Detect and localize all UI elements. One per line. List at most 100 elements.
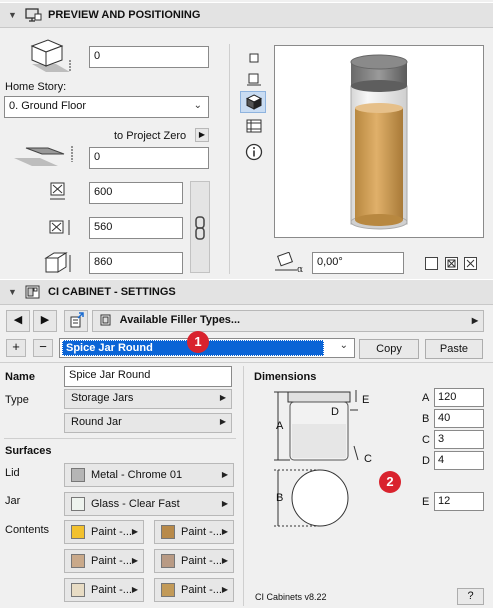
front-view-icon[interactable] bbox=[245, 72, 263, 88]
jar-material-dropdown[interactable]: Glass - Clear Fast ▶ bbox=[64, 492, 234, 516]
mirror-x-checkbox[interactable] bbox=[445, 257, 458, 270]
plus-icon: + bbox=[12, 339, 20, 354]
horizontal-divider bbox=[0, 362, 493, 363]
triangle-right-icon: ▶ bbox=[219, 417, 226, 426]
contents-swatch bbox=[161, 525, 175, 539]
filler-types-label: Available Filler Types... bbox=[119, 313, 241, 326]
triangle-right-icon: ▶ bbox=[131, 556, 138, 565]
type-dropdown[interactable]: Storage Jars ▶ bbox=[64, 389, 232, 409]
name-field[interactable]: Spice Jar Round bbox=[64, 366, 232, 387]
dim-c-label: C bbox=[422, 434, 430, 446]
chevron-down-icon: ⌄ bbox=[339, 340, 348, 351]
dim-b-field[interactable]: 40 bbox=[434, 409, 484, 428]
triangle-right-icon: ▶ bbox=[471, 316, 478, 325]
contents-material-1[interactable]: Paint -... ▶ bbox=[64, 520, 144, 544]
preview-panel-header[interactable]: ▼ PREVIEW AND POSITIONING bbox=[0, 2, 493, 28]
contents-value: Paint -... bbox=[91, 525, 132, 538]
add-filler-button[interactable]: + bbox=[6, 339, 26, 357]
mirror-none-checkbox[interactable] bbox=[425, 257, 438, 270]
elevation-field[interactable]: 0 bbox=[89, 46, 209, 68]
home-story-value: 0. Ground Floor bbox=[9, 100, 87, 112]
callout-badge-1: 1 bbox=[187, 331, 209, 353]
triangle-right-icon: ▶ bbox=[219, 393, 226, 402]
plan-view-icon[interactable] bbox=[247, 51, 261, 65]
dim-c-field[interactable]: 3 bbox=[434, 430, 484, 449]
project-zero-arrow-button[interactable]: ▶ bbox=[195, 128, 209, 142]
dim-b-label: B bbox=[422, 413, 430, 425]
jar-label: Jar bbox=[5, 495, 21, 507]
remove-filler-button[interactable]: − bbox=[33, 339, 53, 357]
minus-icon: − bbox=[39, 339, 47, 354]
import-button[interactable] bbox=[64, 310, 88, 332]
collapse-triangle-icon[interactable]: ▼ bbox=[8, 10, 18, 20]
paste-button[interactable]: Paste bbox=[425, 339, 483, 359]
chain-link-icon bbox=[195, 216, 205, 240]
filler-types-dropdown[interactable]: Available Filler Types... ▶ bbox=[92, 310, 484, 332]
rotation-field[interactable]: 0,00° bbox=[312, 252, 404, 274]
project-zero-icon bbox=[14, 146, 73, 166]
height-field[interactable]: 860 bbox=[89, 252, 183, 274]
type-value: Storage Jars bbox=[71, 392, 134, 404]
dimensions-label: Dimensions bbox=[254, 371, 317, 383]
contents-swatch bbox=[71, 554, 85, 568]
contents-material-5[interactable]: Paint -... ▶ bbox=[64, 578, 144, 602]
collapse-triangle-icon[interactable]: ▼ bbox=[8, 287, 18, 297]
callout-badge-2: 2 bbox=[379, 471, 401, 493]
lid-value: Metal - Chrome 01 bbox=[91, 468, 183, 481]
contents-value: Paint -... bbox=[181, 525, 222, 538]
depth-field[interactable]: 560 bbox=[89, 217, 183, 239]
next-button[interactable]: ▶ bbox=[33, 310, 57, 332]
triangle-right-icon: ▶ bbox=[221, 527, 228, 536]
home-story-label: Home Story: bbox=[5, 81, 67, 93]
help-button[interactable]: ? bbox=[457, 588, 484, 605]
dim-a-label: A bbox=[422, 392, 430, 404]
previous-button[interactable]: ◀ bbox=[6, 310, 30, 332]
mirror-y-checkbox[interactable] bbox=[464, 257, 477, 270]
section-view-icon[interactable] bbox=[245, 118, 263, 134]
lid-material-dropdown[interactable]: Metal - Chrome 01 ▶ bbox=[64, 463, 234, 487]
height-icon bbox=[44, 252, 71, 273]
depth-icon bbox=[49, 220, 70, 235]
triangle-right-icon: ▶ bbox=[221, 470, 228, 479]
surfaces-label: Surfaces bbox=[5, 445, 52, 457]
diagram-label-e: E bbox=[362, 394, 370, 406]
lock-proportions-button[interactable] bbox=[190, 181, 210, 273]
contents-value: Paint -... bbox=[91, 583, 132, 596]
settings-panel-header[interactable]: ▼ CI CABINET - SETTINGS bbox=[0, 279, 493, 305]
jar-swatch bbox=[71, 497, 85, 511]
contents-material-3[interactable]: Paint -... ▶ bbox=[64, 549, 144, 573]
triangle-right-icon: ▶ bbox=[221, 585, 228, 594]
dim-d-field[interactable]: 4 bbox=[434, 451, 484, 470]
project-zero-field[interactable]: 0 bbox=[89, 147, 209, 169]
contents-material-2[interactable]: Paint -... ▶ bbox=[154, 520, 234, 544]
subtype-value: Round Jar bbox=[71, 416, 122, 428]
rotation-angle-icon: α bbox=[275, 252, 303, 274]
jar-value: Glass - Clear Fast bbox=[91, 497, 180, 510]
lid-swatch bbox=[71, 468, 85, 482]
type-label: Type bbox=[5, 394, 29, 406]
mirror-y-icon bbox=[466, 259, 475, 268]
3d-preview-area[interactable] bbox=[274, 45, 484, 238]
dim-e-field[interactable]: 12 bbox=[434, 492, 484, 511]
vertical-divider bbox=[243, 366, 244, 606]
3d-view-button[interactable] bbox=[240, 91, 266, 113]
diagram-label-b: B bbox=[276, 492, 284, 504]
copy-button[interactable]: Copy bbox=[359, 339, 419, 359]
contents-material-6[interactable]: Paint -... ▶ bbox=[154, 578, 234, 602]
diagram-label-d: D bbox=[331, 406, 339, 418]
contents-value: Paint -... bbox=[181, 554, 222, 567]
contents-label: Contents bbox=[5, 524, 50, 536]
triangle-left-icon: ◀ bbox=[13, 314, 23, 326]
width-field[interactable]: 600 bbox=[89, 182, 183, 204]
dim-e-label: E bbox=[422, 496, 430, 508]
settings-panel-title: CI CABINET - SETTINGS bbox=[48, 286, 176, 298]
home-story-select[interactable]: 0. Ground Floor ⌄ bbox=[4, 96, 209, 118]
info-icon[interactable] bbox=[245, 143, 263, 161]
diagram-label-c: C bbox=[364, 453, 372, 465]
width-icon bbox=[50, 182, 65, 200]
contents-value: Paint -... bbox=[181, 583, 222, 596]
svg-text:α: α bbox=[297, 265, 303, 274]
subtype-dropdown[interactable]: Round Jar ▶ bbox=[64, 413, 232, 433]
contents-material-4[interactable]: Paint -... ▶ bbox=[154, 549, 234, 573]
dim-a-field[interactable]: 120 bbox=[434, 388, 484, 407]
